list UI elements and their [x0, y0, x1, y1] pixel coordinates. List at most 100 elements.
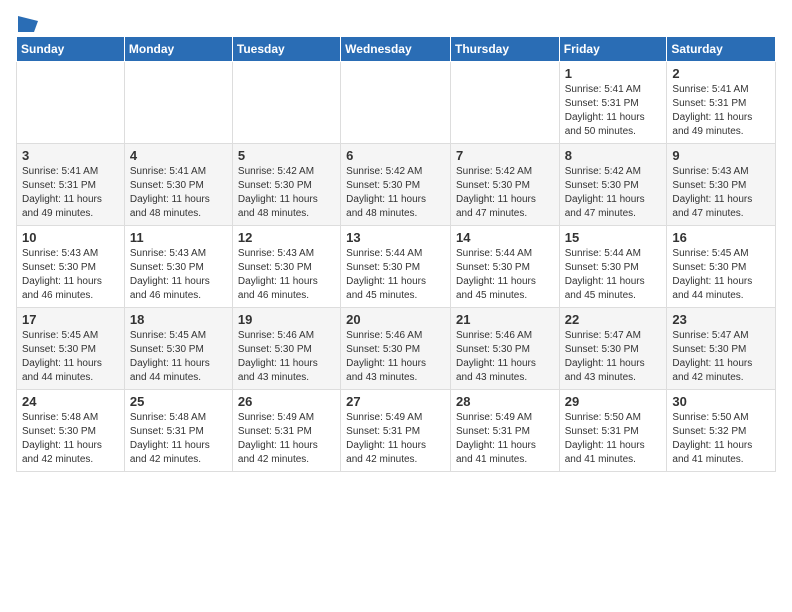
day-number: 18 [130, 312, 227, 327]
header-wednesday: Wednesday [341, 37, 451, 62]
cell-content: Sunrise: 5:48 AM Sunset: 5:31 PM Dayligh… [130, 411, 227, 467]
header-sunday: Sunday [17, 37, 125, 62]
day-number: 26 [238, 394, 335, 409]
calendar-cell: 4 Sunrise: 5:41 AM Sunset: 5:30 PM Daylig… [124, 144, 232, 226]
day-number: 1 [565, 66, 662, 81]
header-thursday: Thursday [450, 37, 559, 62]
calendar-cell: 27 Sunrise: 5:49 AM Sunset: 5:31 PM Dayli… [341, 390, 451, 472]
cell-content: Sunrise: 5:47 AM Sunset: 5:30 PM Dayligh… [672, 329, 770, 385]
calendar-cell: 29 Sunrise: 5:50 AM Sunset: 5:31 PM Dayli… [559, 390, 667, 472]
day-number: 2 [672, 66, 770, 81]
cell-content: Sunrise: 5:42 AM Sunset: 5:30 PM Dayligh… [565, 165, 662, 221]
calendar-cell [341, 62, 451, 144]
calendar-week-2: 3 Sunrise: 5:41 AM Sunset: 5:31 PM Daylig… [17, 144, 776, 226]
day-number: 16 [672, 230, 770, 245]
calendar-cell: 10Sunrise: 5:43 AM Sunset: 5:30 PM Dayli… [17, 226, 125, 308]
page-header [16, 16, 776, 28]
logo [16, 16, 38, 28]
calendar-cell: 14 Sunrise: 5:44 AM Sunset: 5:30 PM Dayli… [450, 226, 559, 308]
calendar-cell [17, 62, 125, 144]
day-number: 22 [565, 312, 662, 327]
day-number: 23 [672, 312, 770, 327]
day-number: 11 [130, 230, 227, 245]
cell-content: Sunrise: 5:43 AM Sunset: 5:30 PM Dayligh… [238, 247, 335, 303]
calendar-cell: 12 Sunrise: 5:43 AM Sunset: 5:30 PM Dayli… [232, 226, 340, 308]
cell-content: Sunrise: 5:44 AM Sunset: 5:30 PM Dayligh… [346, 247, 445, 303]
calendar-cell: 17 Sunrise: 5:45 AM Sunset: 5:30 PM Dayli… [17, 308, 125, 390]
cell-content: Sunrise: 5:41 AM Sunset: 5:30 PM Dayligh… [130, 165, 227, 221]
calendar-cell: 11Sunrise: 5:43 AM Sunset: 5:30 PM Dayli… [124, 226, 232, 308]
cell-content: Sunrise: 5:47 AM Sunset: 5:30 PM Dayligh… [565, 329, 662, 385]
calendar-cell: 15Sunrise: 5:44 AM Sunset: 5:30 PM Dayli… [559, 226, 667, 308]
header-saturday: Saturday [667, 37, 776, 62]
calendar-cell: 19Sunrise: 5:46 AM Sunset: 5:30 PM Dayli… [232, 308, 340, 390]
cell-content: Sunrise: 5:41 AM Sunset: 5:31 PM Dayligh… [565, 83, 662, 139]
calendar-cell [450, 62, 559, 144]
cell-content: Sunrise: 5:42 AM Sunset: 5:30 PM Dayligh… [238, 165, 335, 221]
header-tuesday: Tuesday [232, 37, 340, 62]
calendar-cell: 2 Sunrise: 5:41 AM Sunset: 5:31 PM Daylig… [667, 62, 776, 144]
calendar-table: SundayMondayTuesdayWednesdayThursdayFrid… [16, 36, 776, 472]
cell-content: Sunrise: 5:45 AM Sunset: 5:30 PM Dayligh… [672, 247, 770, 303]
calendar-cell: 13 Sunrise: 5:44 AM Sunset: 5:30 PM Dayli… [341, 226, 451, 308]
calendar-week-3: 10Sunrise: 5:43 AM Sunset: 5:30 PM Dayli… [17, 226, 776, 308]
calendar-cell: 7 Sunrise: 5:42 AM Sunset: 5:30 PM Daylig… [450, 144, 559, 226]
calendar-cell: 20 Sunrise: 5:46 AM Sunset: 5:30 PM Dayli… [341, 308, 451, 390]
day-number: 9 [672, 148, 770, 163]
cell-content: Sunrise: 5:46 AM Sunset: 5:30 PM Dayligh… [456, 329, 554, 385]
day-number: 27 [346, 394, 445, 409]
day-number: 17 [22, 312, 119, 327]
calendar-cell: 24 Sunrise: 5:48 AM Sunset: 5:30 PM Dayli… [17, 390, 125, 472]
day-number: 12 [238, 230, 335, 245]
cell-content: Sunrise: 5:49 AM Sunset: 5:31 PM Dayligh… [346, 411, 445, 467]
header-friday: Friday [559, 37, 667, 62]
calendar-cell: 21 Sunrise: 5:46 AM Sunset: 5:30 PM Dayli… [450, 308, 559, 390]
cell-content: Sunrise: 5:50 AM Sunset: 5:32 PM Dayligh… [672, 411, 770, 467]
day-number: 24 [22, 394, 119, 409]
calendar-cell: 16 Sunrise: 5:45 AM Sunset: 5:30 PM Dayli… [667, 226, 776, 308]
day-number: 13 [346, 230, 445, 245]
day-number: 8 [565, 148, 662, 163]
calendar-cell: 28Sunrise: 5:49 AM Sunset: 5:31 PM Dayli… [450, 390, 559, 472]
calendar-week-1: 1 Sunrise: 5:41 AM Sunset: 5:31 PM Daylig… [17, 62, 776, 144]
calendar-cell: 6 Sunrise: 5:42 AM Sunset: 5:30 PM Daylig… [341, 144, 451, 226]
calendar-cell: 8 Sunrise: 5:42 AM Sunset: 5:30 PM Daylig… [559, 144, 667, 226]
day-number: 30 [672, 394, 770, 409]
cell-content: Sunrise: 5:42 AM Sunset: 5:30 PM Dayligh… [456, 165, 554, 221]
day-number: 28 [456, 394, 554, 409]
calendar-cell: 18Sunrise: 5:45 AM Sunset: 5:30 PM Dayli… [124, 308, 232, 390]
cell-content: Sunrise: 5:43 AM Sunset: 5:30 PM Dayligh… [22, 247, 119, 303]
calendar-cell: 5 Sunrise: 5:42 AM Sunset: 5:30 PM Daylig… [232, 144, 340, 226]
cell-content: Sunrise: 5:42 AM Sunset: 5:30 PM Dayligh… [346, 165, 445, 221]
cell-content: Sunrise: 5:48 AM Sunset: 5:30 PM Dayligh… [22, 411, 119, 467]
day-number: 21 [456, 312, 554, 327]
day-number: 29 [565, 394, 662, 409]
cell-content: Sunrise: 5:49 AM Sunset: 5:31 PM Dayligh… [238, 411, 335, 467]
day-number: 25 [130, 394, 227, 409]
calendar-cell: 1 Sunrise: 5:41 AM Sunset: 5:31 PM Daylig… [559, 62, 667, 144]
cell-content: Sunrise: 5:46 AM Sunset: 5:30 PM Dayligh… [346, 329, 445, 385]
day-number: 4 [130, 148, 227, 163]
calendar-week-4: 17 Sunrise: 5:45 AM Sunset: 5:30 PM Dayli… [17, 308, 776, 390]
cell-content: Sunrise: 5:43 AM Sunset: 5:30 PM Dayligh… [672, 165, 770, 221]
day-number: 3 [22, 148, 119, 163]
calendar-cell [232, 62, 340, 144]
cell-content: Sunrise: 5:45 AM Sunset: 5:30 PM Dayligh… [22, 329, 119, 385]
day-number: 7 [456, 148, 554, 163]
day-number: 5 [238, 148, 335, 163]
calendar-cell: 3 Sunrise: 5:41 AM Sunset: 5:31 PM Daylig… [17, 144, 125, 226]
day-number: 20 [346, 312, 445, 327]
day-number: 6 [346, 148, 445, 163]
calendar-cell: 30 Sunrise: 5:50 AM Sunset: 5:32 PM Dayli… [667, 390, 776, 472]
cell-content: Sunrise: 5:41 AM Sunset: 5:31 PM Dayligh… [22, 165, 119, 221]
calendar-cell [124, 62, 232, 144]
cell-content: Sunrise: 5:41 AM Sunset: 5:31 PM Dayligh… [672, 83, 770, 139]
calendar-cell: 23 Sunrise: 5:47 AM Sunset: 5:30 PM Dayli… [667, 308, 776, 390]
day-number: 15 [565, 230, 662, 245]
calendar-week-5: 24 Sunrise: 5:48 AM Sunset: 5:30 PM Dayli… [17, 390, 776, 472]
cell-content: Sunrise: 5:50 AM Sunset: 5:31 PM Dayligh… [565, 411, 662, 467]
cell-content: Sunrise: 5:46 AM Sunset: 5:30 PM Dayligh… [238, 329, 335, 385]
cell-content: Sunrise: 5:44 AM Sunset: 5:30 PM Dayligh… [456, 247, 554, 303]
calendar-cell: 22 Sunrise: 5:47 AM Sunset: 5:30 PM Dayli… [559, 308, 667, 390]
day-number: 14 [456, 230, 554, 245]
